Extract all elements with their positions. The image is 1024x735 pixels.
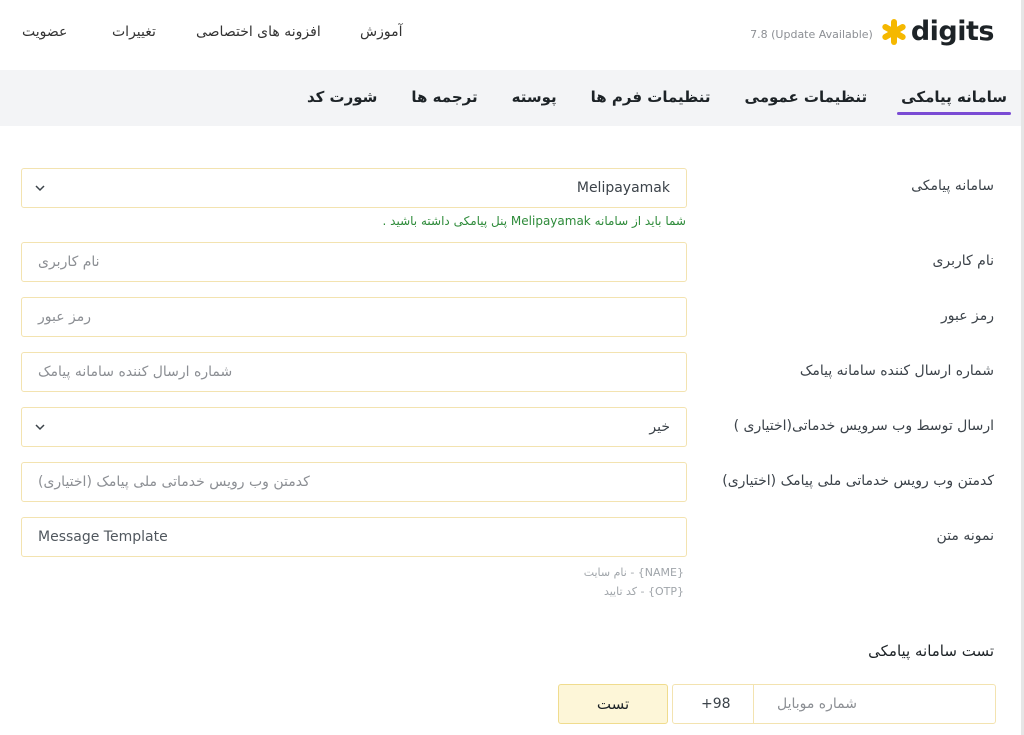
chevron-down-icon [35,424,45,431]
top-bar: عضویت تغییرات افزونه های اختصاصی آموزش 7… [0,0,1024,70]
chevron-down-icon [35,185,45,192]
sender-label: شماره ارسال کننده سامانه پیامک [799,363,994,379]
nav-addons[interactable]: افزونه های اختصاصی [196,24,321,40]
nav-membership[interactable]: عضویت [22,24,67,40]
tab-theme[interactable]: پوسته [512,70,557,126]
password-label: رمز عبور [940,308,994,324]
username-input[interactable]: نام کاربری [21,242,687,282]
username-placeholder: نام کاربری [38,254,100,270]
webservice-select[interactable]: خیر [21,407,687,447]
divider [753,685,754,723]
gateway-value: Melipayamak [576,180,670,196]
gateway-note: شما باید از سامانه Melipayamak پنل پیامک… [382,214,686,228]
tab-sms-gateway[interactable]: سامانه پیامکی [897,70,1011,126]
tab-general-settings[interactable]: تنظیمات عمومی [745,70,868,126]
mobile-placeholder: شماره موبایل [776,696,857,712]
template-value: Message Template [38,529,168,545]
hint-name: نام سایت - {NAME} [583,566,684,579]
country-code[interactable]: +98 [701,696,731,712]
mobile-input-group[interactable]: +98 شماره موبایل [672,684,996,724]
webservice-text-input[interactable]: کدمتن وب رویس خدماتی ملی پیامک (اختیاری) [21,462,687,502]
username-label: نام کاربری [932,253,994,269]
tab-translations[interactable]: ترجمه ها [411,70,477,126]
password-placeholder: رمز عبور [38,309,92,325]
tab-form-settings[interactable]: تنظیمات فرم ها [591,70,711,126]
password-input[interactable]: رمز عبور [21,297,687,337]
tabs: سامانه پیامکی تنظیمات عمومی تنظیمات فرم … [273,70,1011,126]
brand-name: digits [910,16,995,47]
version-text: 7.8 (Update Available) [750,28,873,41]
test-section-title: تست سامانه پیامکی [868,642,994,660]
test-button[interactable]: تست [558,684,668,724]
nav-learn[interactable]: آموزش [360,24,402,40]
star-logo-icon [882,18,906,45]
gateway-label: سامانه پیامکی [911,178,994,194]
webservice-text-placeholder: کدمتن وب رویس خدماتی ملی پیامک (اختیاری) [38,474,310,490]
template-label: نمونه متن [936,528,994,544]
tab-bar: سامانه پیامکی تنظیمات عمومی تنظیمات فرم … [0,70,1021,126]
webservice-text-label: کدمتن وب رویس خدماتی ملی پیامک (اختیاری) [722,473,994,489]
webservice-value: خیر [649,419,670,435]
tab-shortcode[interactable]: شورت کد [307,70,377,126]
brand: 7.8 (Update Available) digits [750,16,994,47]
nav-changes[interactable]: تغییرات [112,24,156,40]
webservice-label: ارسال توسط وب سرویس خدماتی(اختیاری ) [733,418,994,434]
template-input[interactable]: Message Template [21,517,687,557]
sender-input[interactable]: شماره ارسال کننده سامانه پیامک [21,352,687,392]
hint-otp: کد تایید - {OTP} [603,585,684,598]
gateway-select[interactable]: Melipayamak [21,168,687,208]
sender-placeholder: شماره ارسال کننده سامانه پیامک [38,364,233,380]
